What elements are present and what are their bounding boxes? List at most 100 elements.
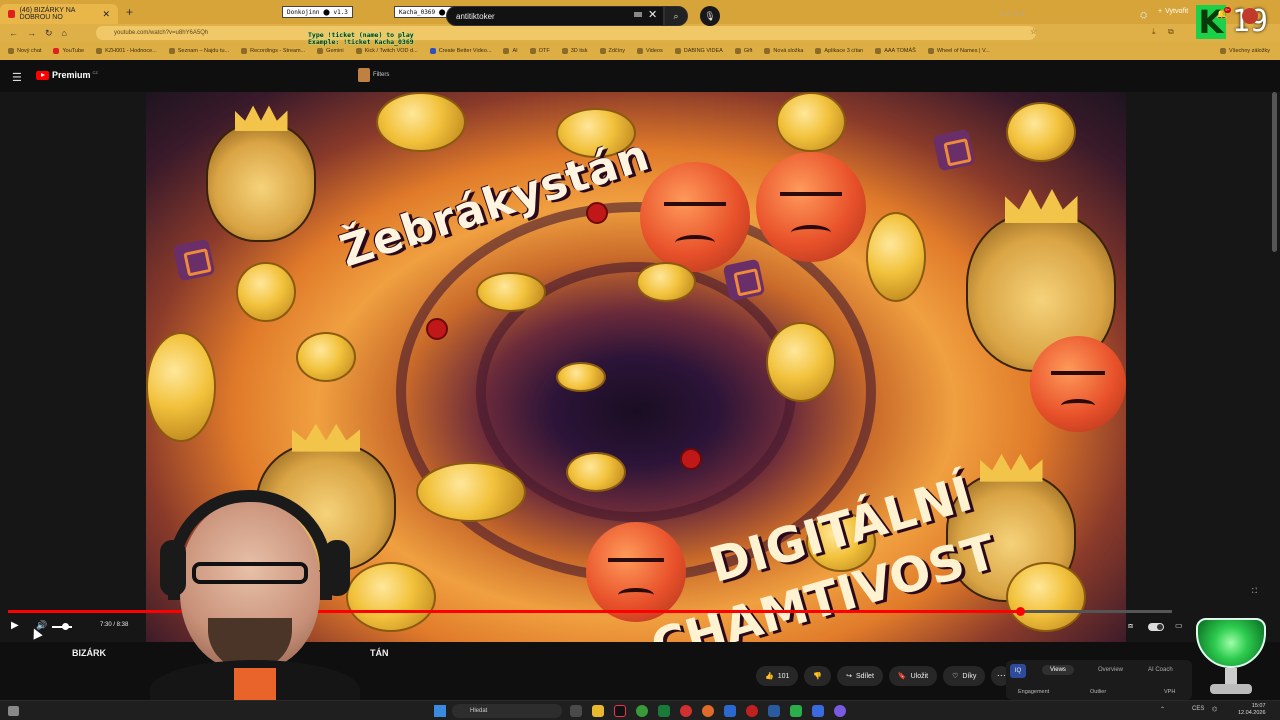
bookmark-item[interactable]: Recordings - Stream... (241, 48, 305, 54)
coin-icon (566, 452, 626, 492)
file-explorer-icon[interactable] (592, 705, 604, 717)
subtitles-icon[interactable]: ⧈ (1128, 621, 1133, 631)
page-scrollbar[interactable] (1272, 92, 1277, 252)
home-icon[interactable]: ⌂ (62, 28, 67, 38)
chrome-icon[interactable] (636, 705, 648, 717)
youtube-logo[interactable]: Premium CZ (36, 70, 98, 80)
bookmark-item[interactable]: Nový chat (8, 48, 41, 54)
firefox-icon[interactable] (702, 705, 714, 717)
thumbs-down-icon: 👎 (813, 673, 823, 680)
thanks-button[interactable]: ♡ Díky (943, 666, 986, 686)
bookmark-item[interactable]: 3D tisk (561, 48, 588, 54)
network-icon[interactable]: ⌬ (1212, 706, 1217, 713)
coin-icon (766, 322, 836, 402)
bookmark-item[interactable]: Gemini (317, 48, 344, 54)
fullscreen-icon[interactable]: ⛶ (1252, 588, 1257, 596)
xbox-icon[interactable] (658, 705, 670, 717)
video-title-tail: TÁN (370, 648, 389, 658)
bookmark-item[interactable]: Create Better Video... (429, 48, 491, 54)
voice-search-button[interactable]: 🎙 (700, 6, 720, 26)
tiktok-icon[interactable] (614, 705, 626, 717)
save-button[interactable]: 🔖 Uložit (888, 666, 938, 686)
close-tab-icon[interactable]: ✕ (102, 9, 110, 20)
bookmark-item[interactable]: Wheel of Names | V... (927, 48, 990, 54)
all-bookmarks-item[interactable]: Všechny záložky (1220, 48, 1270, 54)
save-label: Uložit (910, 672, 929, 680)
taskview-icon[interactable] (570, 705, 582, 717)
headset-cup (160, 540, 186, 596)
back-icon[interactable]: ← (9, 28, 18, 38)
account-avatar[interactable] (1242, 8, 1258, 24)
angry-face-icon (756, 152, 866, 262)
streamer-webcam (150, 490, 360, 720)
document-icon[interactable] (768, 705, 780, 717)
tab-ai-coach[interactable]: AI Coach (1140, 665, 1181, 675)
browser-icon[interactable] (680, 705, 692, 717)
search-input[interactable] (446, 6, 664, 26)
new-tab-button[interactable]: + (126, 5, 133, 19)
bookmark-item[interactable]: Nová složka (764, 48, 803, 54)
share-button[interactable]: ↪ Sdílet (837, 666, 883, 686)
taskbar-search-field[interactable]: Hledat (452, 704, 562, 718)
bookmark-item[interactable]: Kick / Twitch VOD d... (355, 48, 418, 54)
bookmark-item[interactable]: YouTube (53, 48, 84, 54)
filter-avatar-icon (358, 68, 370, 82)
filters-button[interactable]: Filters (358, 68, 389, 82)
browser-tab-youtube[interactable]: (46) BIZÁRKY NA DOBROU NO ✕ (0, 4, 118, 24)
coin-icon (556, 362, 606, 392)
coin-icon (146, 332, 216, 442)
coin-icon (866, 212, 926, 302)
weather-widget-icon[interactable] (8, 706, 19, 716)
word-icon[interactable] (724, 705, 736, 717)
bookmark-item[interactable]: Seznam – Najdu tu... (168, 48, 229, 54)
miniplayer-icon[interactable]: ▭ (1175, 621, 1183, 630)
bookmark-item[interactable]: Videos (637, 48, 663, 54)
cast-icon[interactable]: ⛭ (1140, 10, 1147, 21)
bookmark-item[interactable]: KZH001 - Hodnoce... (96, 48, 157, 54)
bookmark-item[interactable]: AI (503, 48, 518, 54)
analytics-panel: IQ Views Overview AI Coach Engagement Ou… (1006, 660, 1192, 700)
url-field[interactable]: youtube.com/watch?v=u8hY6A5Qh (96, 26, 1036, 40)
language-indicator[interactable]: CES (1192, 706, 1204, 712)
app-icon[interactable] (812, 705, 824, 717)
extensions-icon[interactable]: ⧉ (1168, 27, 1174, 37)
dislike-button[interactable]: 👎 (804, 666, 832, 686)
glasses (192, 562, 308, 584)
clear-search-icon[interactable]: ✕ (648, 8, 657, 21)
bookmark-item[interactable]: Gift (734, 48, 752, 54)
keyboard-icon[interactable] (634, 12, 642, 17)
bookmark-item[interactable]: Aplikace 3 cítan (815, 48, 863, 54)
youtube-favicon-icon (8, 10, 15, 18)
progress-scrubber[interactable] (1015, 607, 1025, 616)
play-icon[interactable]: ▶ (11, 620, 19, 631)
search-icon: ⌕ (673, 11, 679, 21)
stream-ticket-overlay: Type !ticket (name) to play Example: !ti… (308, 32, 414, 46)
menu-icon[interactable]: ☰ (12, 71, 22, 84)
obs-icon[interactable] (746, 705, 758, 717)
discord-icon[interactable] (834, 705, 846, 717)
volume-handle[interactable] (62, 623, 69, 630)
downloads-icon[interactable]: ⤓ (1152, 27, 1156, 37)
rose-icon (680, 448, 702, 470)
windows-start-icon[interactable] (434, 705, 446, 717)
bookmark-item[interactable]: AAA TOMÁŠ (875, 48, 916, 54)
taskbar-clock[interactable]: 15:07 12.04.2026 (1238, 703, 1266, 717)
search-button[interactable]: ⌕ (664, 6, 688, 26)
bookmark-star-icon[interactable]: ☆ (1030, 27, 1037, 36)
create-button[interactable]: + Vytvořit (1158, 8, 1188, 15)
like-button[interactable]: 👍 101 (756, 666, 799, 686)
tray-chevron-icon[interactable]: ⌃ (1160, 706, 1165, 713)
bookmark-item[interactable]: Zdčíny (599, 48, 625, 54)
bookmark-item[interactable]: DABING VIDEA (674, 48, 723, 54)
coin-icon (1006, 562, 1086, 632)
autoplay-toggle[interactable] (1148, 623, 1164, 631)
angry-face-icon (1030, 336, 1126, 432)
tab-views[interactable]: Views (1042, 665, 1074, 675)
tab-overview[interactable]: Overview (1090, 665, 1131, 675)
bookmark-item[interactable]: OTF (529, 48, 550, 54)
media-player-icon[interactable] (790, 705, 802, 717)
notification-count-badge: 9+ (1224, 7, 1231, 13)
reload-icon[interactable]: ↻ (45, 28, 53, 39)
forward-icon[interactable]: → (27, 28, 36, 38)
logo-text: Premium (52, 70, 91, 80)
